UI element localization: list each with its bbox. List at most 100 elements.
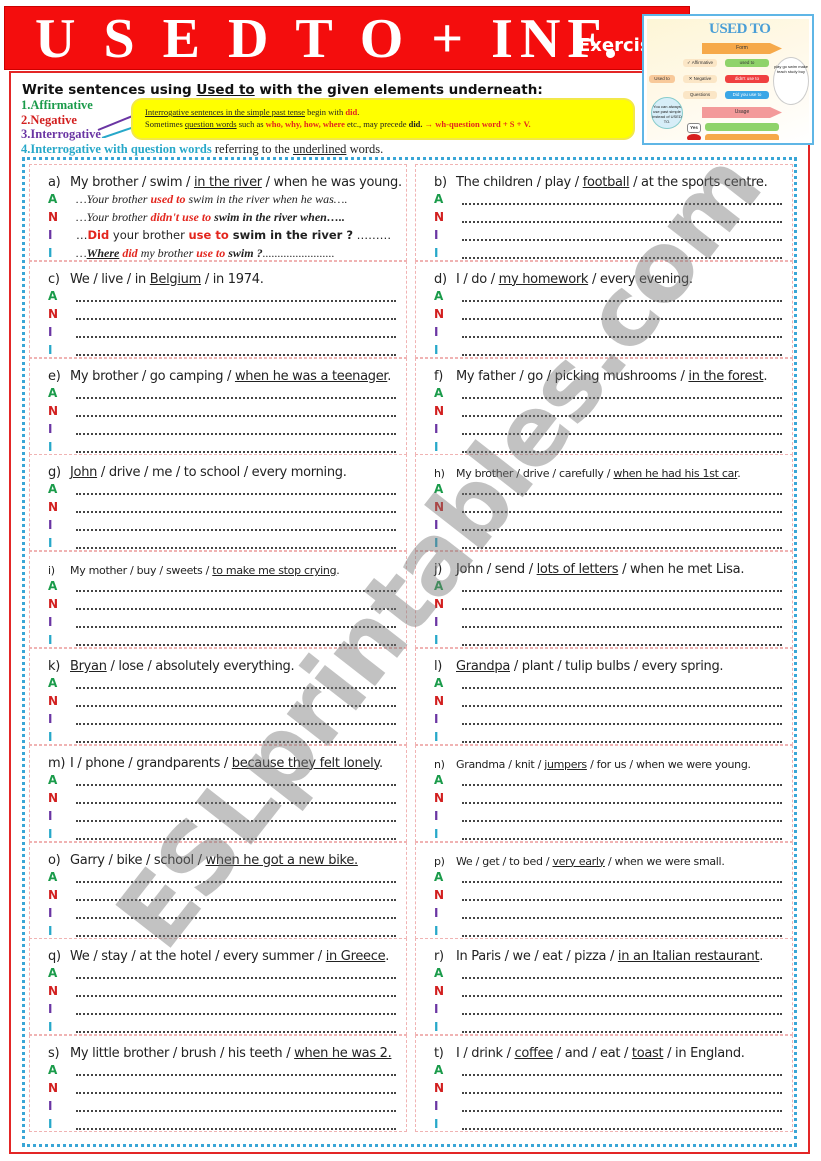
answer-line[interactable] xyxy=(76,414,396,417)
answer-line[interactable] xyxy=(76,493,396,496)
answer-line[interactable] xyxy=(76,644,396,647)
answer-line[interactable] xyxy=(462,916,782,919)
answer-line[interactable] xyxy=(76,705,396,707)
answer-line[interactable] xyxy=(462,432,782,435)
answer-line[interactable] xyxy=(462,977,782,980)
answer-line[interactable] xyxy=(462,203,782,205)
line-label-a: A xyxy=(48,482,58,497)
ex-q-red: use to xyxy=(196,246,226,260)
answer-line[interactable] xyxy=(462,1128,782,1131)
answer-line[interactable] xyxy=(462,239,782,241)
answer-line[interactable] xyxy=(76,687,396,689)
answer-line[interactable] xyxy=(76,837,396,840)
underlined-element: when he was a teenager xyxy=(234,368,388,384)
line-label-i1: I xyxy=(434,518,439,533)
answer-line[interactable] xyxy=(462,723,782,725)
answer-line[interactable] xyxy=(76,511,396,514)
answer-line[interactable] xyxy=(462,414,782,417)
answer-line[interactable] xyxy=(462,626,782,629)
answer-line[interactable] xyxy=(462,705,782,707)
answer-line[interactable] xyxy=(462,1031,782,1034)
answer-line[interactable] xyxy=(462,880,782,883)
answer-line[interactable] xyxy=(76,723,396,725)
answer-line[interactable] xyxy=(462,257,782,259)
exercise-item: l) Grandpa / plant / tulip bulbs / every … xyxy=(415,648,793,745)
prompt-text: / and / eat / xyxy=(552,1046,632,1062)
answer-line[interactable] xyxy=(76,1110,396,1113)
prompt-text: The children / play / xyxy=(456,175,583,190)
answer-line[interactable] xyxy=(462,1110,782,1113)
answer-line[interactable] xyxy=(76,317,396,320)
answer-line[interactable] xyxy=(76,801,396,804)
prompt-text: My father / go / picking mushrooms / xyxy=(456,368,689,384)
answer-line[interactable] xyxy=(462,644,782,647)
answer-line[interactable] xyxy=(76,1092,396,1095)
answer-line[interactable] xyxy=(462,529,782,532)
ex-n-post: swim in the river when….. xyxy=(211,210,345,224)
usage-no-bar xyxy=(705,134,779,140)
answer-line[interactable] xyxy=(462,819,782,822)
underlined-element: Bryan xyxy=(70,659,107,674)
answer-line[interactable] xyxy=(76,1013,396,1016)
answer-line[interactable] xyxy=(462,783,782,786)
answer-line[interactable] xyxy=(76,432,396,435)
prompt-text: Grandma / knit / xyxy=(456,757,545,771)
answer-line[interactable] xyxy=(76,335,396,338)
answer-line[interactable] xyxy=(76,880,396,883)
answer-line[interactable] xyxy=(76,608,396,611)
exercise-item: r) In Paris / we / eat / pizza / in an It… xyxy=(415,938,793,1036)
line-label-i1: I xyxy=(48,324,53,339)
answer-line[interactable] xyxy=(462,493,782,496)
answer-line[interactable] xyxy=(76,916,396,919)
answer-line[interactable] xyxy=(462,353,782,356)
answer-line[interactable] xyxy=(76,1074,396,1077)
answer-line[interactable] xyxy=(76,1128,396,1131)
answer-line[interactable] xyxy=(462,450,782,453)
answer-line[interactable] xyxy=(462,934,782,937)
answer-line[interactable] xyxy=(76,934,396,937)
prompt-text: In Paris / we / eat / pizza / xyxy=(456,949,618,965)
answer-line[interactable] xyxy=(462,317,782,320)
answer-line[interactable] xyxy=(76,529,396,532)
exercise-prompt: s) My little brother / brush / his teeth … xyxy=(48,1046,392,1061)
answer-line[interactable] xyxy=(462,741,782,743)
answer-line[interactable] xyxy=(462,335,782,338)
ex-q-pre: … xyxy=(76,246,87,260)
answer-line[interactable] xyxy=(462,299,782,302)
answer-line[interactable] xyxy=(462,687,782,689)
answer-line[interactable] xyxy=(462,1074,782,1077)
answer-line[interactable] xyxy=(76,626,396,629)
answer-line[interactable] xyxy=(76,590,396,593)
answer-line[interactable] xyxy=(76,898,396,901)
answer-line[interactable] xyxy=(462,801,782,804)
answer-line[interactable] xyxy=(462,221,782,223)
answer-line[interactable] xyxy=(462,396,782,399)
answer-line[interactable] xyxy=(462,898,782,901)
answer-line[interactable] xyxy=(76,299,396,302)
answer-line[interactable] xyxy=(462,1013,782,1016)
answer-line[interactable] xyxy=(76,783,396,786)
answer-line[interactable] xyxy=(76,1031,396,1034)
answer-line[interactable] xyxy=(76,741,396,743)
answer-line[interactable] xyxy=(76,819,396,822)
exercise-letter: e) xyxy=(48,368,61,384)
answer-line[interactable] xyxy=(76,547,396,550)
answer-line[interactable] xyxy=(76,396,396,399)
answer-line[interactable] xyxy=(462,1092,782,1095)
line-label-i1: I xyxy=(434,1002,439,1017)
answer-line[interactable] xyxy=(76,995,396,998)
answer-line[interactable] xyxy=(76,450,396,453)
answer-line[interactable] xyxy=(462,608,782,611)
line-label-i1: I xyxy=(434,808,439,823)
answer-line[interactable] xyxy=(76,353,396,356)
answer-line[interactable] xyxy=(462,995,782,998)
answer-line[interactable] xyxy=(462,837,782,840)
ex-i-red1: Did xyxy=(87,228,110,242)
prompt-text: / every evening. xyxy=(588,271,693,287)
line-label-n: N xyxy=(434,403,445,418)
answer-line[interactable] xyxy=(462,547,782,550)
exercise-prompt: e) My brother / go camping / when he was … xyxy=(48,369,391,384)
answer-line[interactable] xyxy=(462,511,782,514)
answer-line[interactable] xyxy=(76,977,396,980)
answer-line[interactable] xyxy=(462,590,782,593)
